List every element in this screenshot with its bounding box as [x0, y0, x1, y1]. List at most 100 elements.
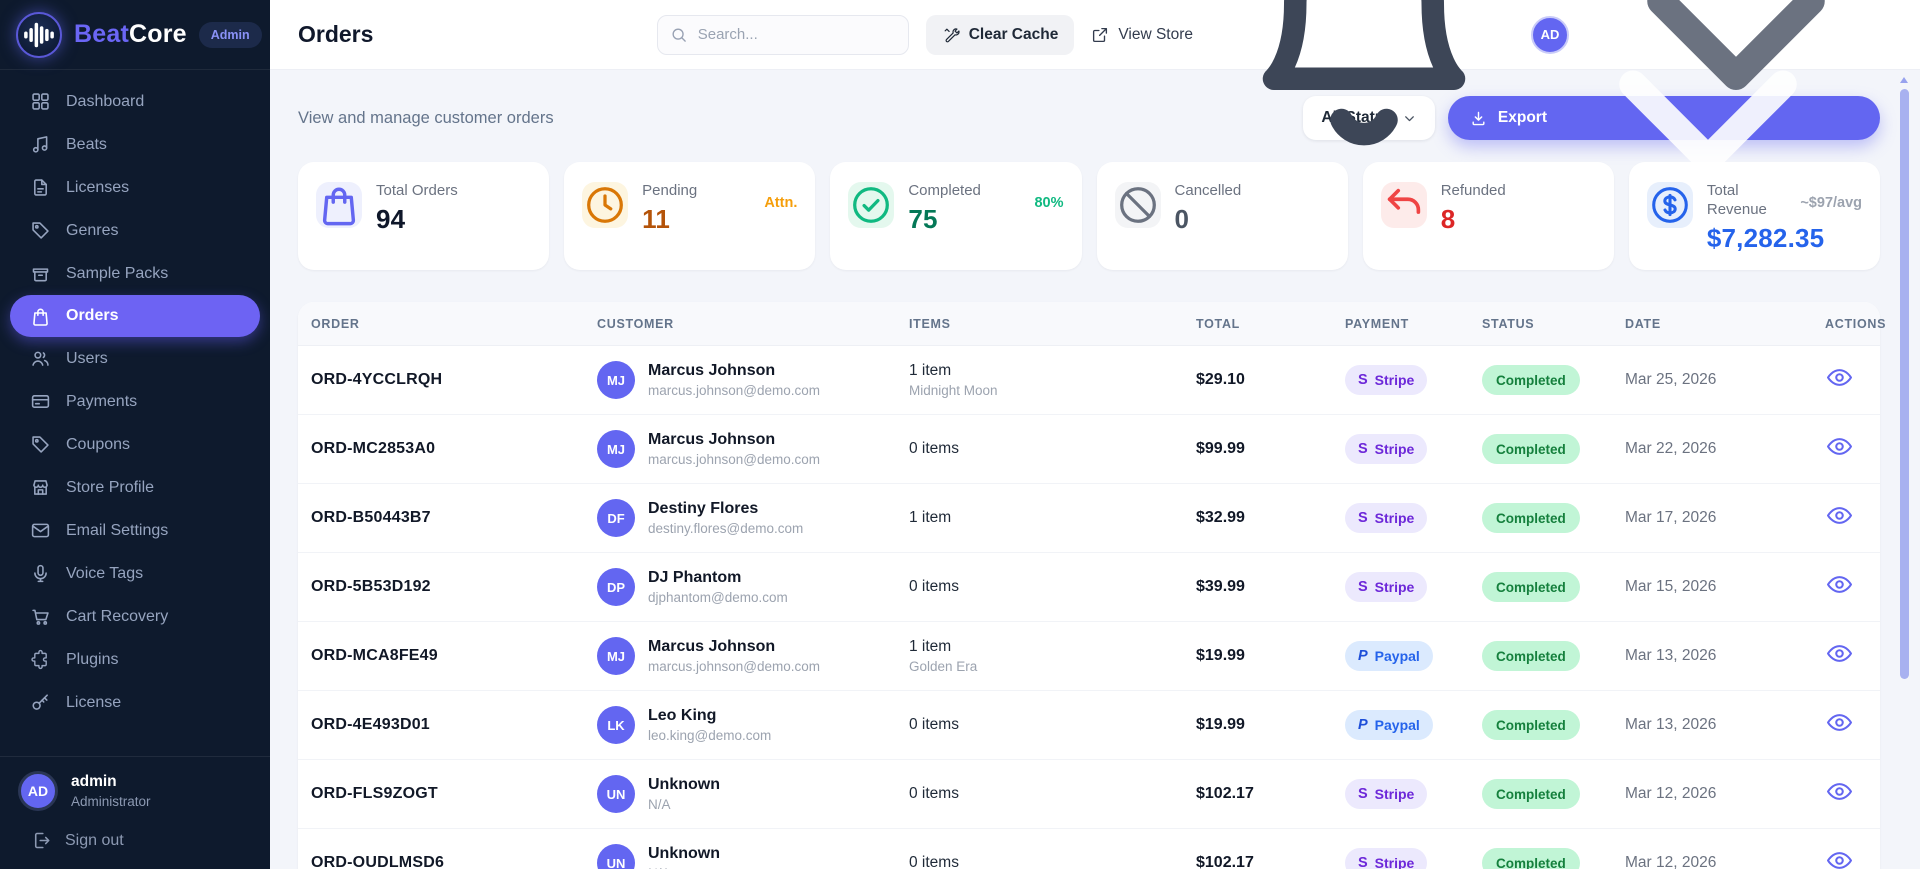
status-badge: Completed [1482, 641, 1580, 671]
sidebar-item-payments[interactable]: Payments [0, 380, 270, 423]
sidebar-item-dashboard[interactable]: Dashboard [0, 80, 270, 123]
view-order-button[interactable] [1825, 777, 1854, 806]
order-date: Mar 22, 2026 [1625, 440, 1717, 457]
column-header-payment: PAYMENT [1345, 316, 1409, 331]
payment-badge: S Stripe [1345, 503, 1428, 533]
order-id: ORD-B50443B7 [311, 509, 431, 526]
view-order-button[interactable] [1825, 639, 1854, 668]
sidebar-item-genres[interactable]: Genres [0, 209, 270, 252]
view-order-button[interactable] [1825, 708, 1854, 737]
store-icon [30, 477, 51, 498]
sidebar-user-box: AD admin Administrator [0, 756, 270, 815]
sidebar-item-users[interactable]: Users [0, 337, 270, 380]
items-count: 0 items [909, 785, 959, 802]
payment-badge: P Paypal [1345, 710, 1433, 740]
sidebar-item-store-profile[interactable]: Store Profile [0, 466, 270, 509]
eye-icon [1825, 363, 1854, 392]
stat-extra: Attn. [764, 195, 798, 211]
customer-name: Unknown [648, 776, 720, 793]
topbar: Orders Clear Cache View Store 7 [270, 0, 1920, 145]
view-order-button[interactable] [1825, 501, 1854, 530]
file-icon [30, 177, 51, 198]
admin-badge: Admin [198, 21, 262, 48]
header-avatar[interactable]: AD [1531, 15, 1569, 54]
stat-card-pending: Pending 11 Attn. [564, 162, 816, 270]
table-row: ORD-FLS9ZOGT UN Unknown N/A 0 items $102… [298, 760, 1880, 829]
payment-logo-icon: S [1358, 855, 1368, 869]
table-row: ORD-MC2853A0 MJ Marcus Johnson marcus.jo… [298, 415, 1880, 484]
order-date: Mar 13, 2026 [1625, 647, 1717, 664]
customer-avatar: UN [597, 844, 635, 869]
customer-email: djphantom@demo.com [648, 590, 788, 605]
sidebar-item-beats[interactable]: Beats [0, 123, 270, 166]
table-row: ORD-4YCCLRQH MJ Marcus Johnson marcus.jo… [298, 346, 1880, 415]
clear-cache-label: Clear Cache [968, 25, 1059, 43]
column-header-date: DATE [1625, 316, 1661, 331]
status-badge: Completed [1482, 710, 1580, 740]
stat-value: 0 [1174, 203, 1190, 234]
view-order-button[interactable] [1825, 363, 1854, 392]
shopping-bag-icon [316, 182, 362, 228]
customer-avatar: DP [597, 568, 635, 606]
order-date: Mar 12, 2026 [1625, 854, 1717, 869]
view-order-button[interactable] [1825, 432, 1854, 461]
scrollbar-up-arrow[interactable] [1899, 77, 1908, 83]
stat-extra: 80% [1034, 195, 1064, 211]
package-icon [30, 263, 51, 284]
mail-icon [30, 520, 51, 541]
brand-name-primary: Beat [74, 20, 129, 48]
customer-avatar: MJ [597, 361, 635, 399]
sidebar-item-sample-packs[interactable]: Sample Packs [0, 252, 270, 295]
search-input[interactable] [656, 14, 909, 55]
sidebar-item-licenses[interactable]: Licenses [0, 166, 270, 209]
payment-logo-icon: S [1358, 579, 1368, 595]
order-date: Mar 12, 2026 [1625, 785, 1717, 802]
clear-cache-button[interactable]: Clear Cache [925, 14, 1075, 55]
stat-value: 75 [908, 203, 938, 234]
sidebar-item-coupons[interactable]: Coupons [0, 423, 270, 466]
order-total: $39.99 [1196, 578, 1245, 595]
items-count: 1 item [909, 362, 952, 379]
status-badge: Completed [1482, 503, 1580, 533]
sidebar-item-cart-recovery[interactable]: Cart Recovery [0, 595, 270, 638]
shopping-bag-icon [30, 306, 51, 327]
column-header-actions: ACTIONS [1825, 316, 1887, 331]
scrollbar-thumb[interactable] [1899, 89, 1909, 679]
brand-name-secondary: Core [129, 20, 187, 48]
customer-avatar: LK [597, 706, 635, 744]
customer-name: Unknown [648, 845, 720, 862]
customer-avatar: UN [597, 775, 635, 813]
sidebar-item-orders[interactable]: Orders [10, 295, 260, 337]
view-order-button[interactable] [1825, 570, 1854, 599]
sidebar-item-email-settings[interactable]: Email Settings [0, 509, 270, 552]
sidebar-item-voice-tags[interactable]: Voice Tags [0, 552, 270, 595]
brand: BeatCore Admin [0, 0, 270, 70]
sidebar-nav: Dashboard Beats Licenses Genres Sample P… [0, 70, 270, 724]
order-id: ORD-FLS9ZOGT [311, 785, 438, 802]
sidebar-item-license[interactable]: License [0, 681, 270, 724]
view-order-button[interactable] [1825, 846, 1854, 869]
customer-name: Destiny Flores [648, 500, 759, 517]
stat-label: Cancelled [1174, 182, 1242, 199]
table-row: ORD-OUDLMSD6 UN Unknown N/A 0 items $102… [298, 829, 1880, 869]
notifications-button[interactable]: 7 [1214, 0, 1514, 185]
order-date: Mar 25, 2026 [1625, 371, 1717, 388]
items-count: 0 items [909, 716, 959, 733]
tag-icon [30, 220, 51, 241]
sign-out-button[interactable]: Sign out [0, 815, 270, 869]
bell-icon [1214, 0, 1514, 185]
undo-icon [1380, 182, 1427, 228]
view-store-button[interactable]: View Store [1091, 26, 1193, 44]
customer-name: DJ Phantom [648, 569, 742, 586]
main-area: Orders Clear Cache View Store 7 [270, 0, 1920, 869]
column-header-status: STATUS [1482, 316, 1535, 331]
eye-icon [1825, 639, 1854, 668]
payment-logo-icon: P [1358, 648, 1368, 664]
tools-icon [942, 26, 960, 44]
table-row: ORD-MCA8FE49 MJ Marcus Johnson marcus.jo… [298, 622, 1880, 691]
order-id: ORD-MC2853A0 [311, 440, 436, 457]
customer-name: Marcus Johnson [648, 638, 776, 655]
status-badge: Completed [1482, 779, 1580, 809]
puzzle-icon [30, 649, 51, 670]
sidebar-item-plugins[interactable]: Plugins [0, 638, 270, 681]
